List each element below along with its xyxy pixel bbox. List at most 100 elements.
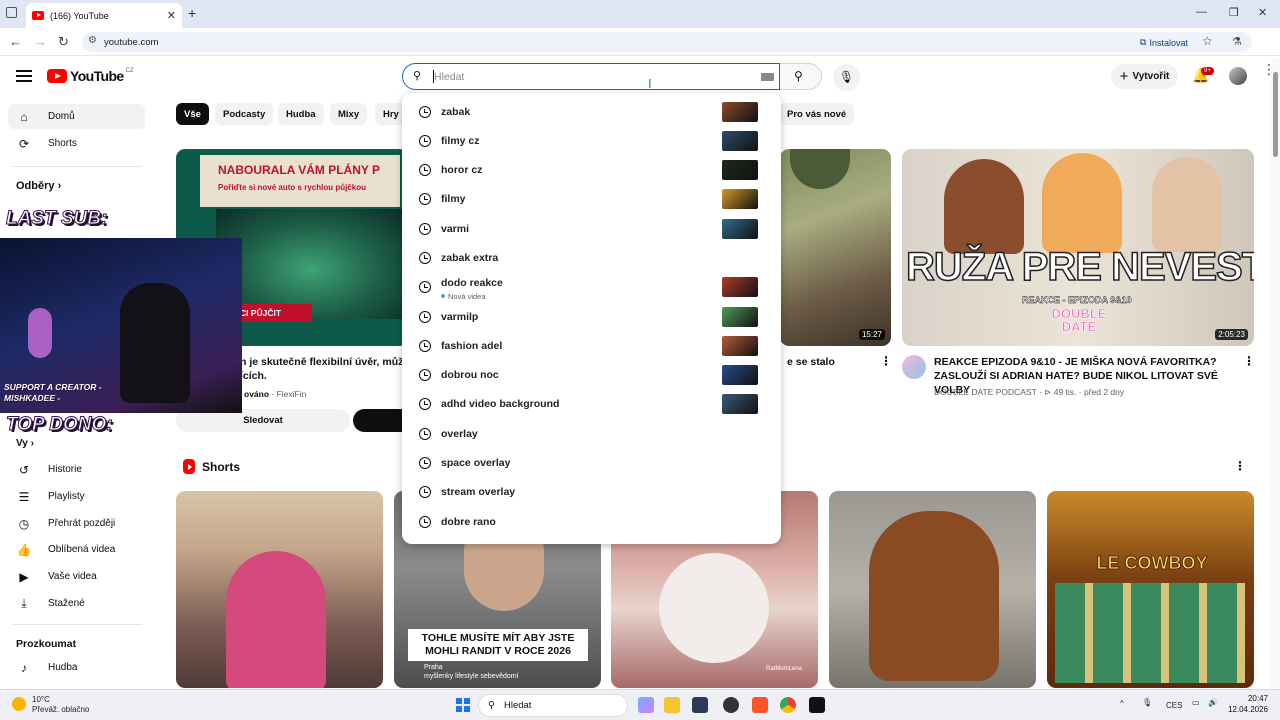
sidebar-item-liked[interactable]: 👍 Oblíbená videa: [8, 537, 145, 562]
history-icon: [419, 281, 431, 293]
extensions-icon[interactable]: ⚗: [1232, 35, 1242, 48]
tray-chevron-icon[interactable]: ^: [1120, 699, 1124, 708]
thumbnail-headline: RUŽA PRE NEVESTU: [905, 244, 1254, 290]
browser-tab[interactable]: (166) YouTube ✕: [26, 3, 182, 28]
obs-icon[interactable]: [692, 697, 708, 713]
sidebar-item-your-videos[interactable]: ▶ Vaše videa: [8, 564, 145, 589]
search-suggestion[interactable]: filmy cz: [402, 127, 781, 156]
shelf-more-options-icon[interactable]: ⋮: [1234, 459, 1246, 473]
history-icon: [419, 252, 431, 264]
suggestion-text: overlay: [441, 428, 478, 440]
short-thumbnail[interactable]: [829, 491, 1036, 688]
chip-mixes[interactable]: Mixy: [330, 103, 368, 125]
search-suggestions-dropdown: zabak filmy cz horor cz filmy varmi zabak ext…: [402, 93, 781, 544]
microphone-tray-icon[interactable]: 🎙: [1142, 698, 1152, 707]
sidebar-item-playlists[interactable]: ☰ Playlisty: [8, 484, 145, 509]
search-icon: ⚲: [794, 69, 803, 83]
task-view-icon[interactable]: [638, 697, 654, 713]
network-icon[interactable]: ▭: [1192, 698, 1200, 707]
voice-search-button[interactable]: 🎙: [833, 64, 860, 91]
more-options-icon[interactable]: ⋮: [880, 354, 892, 368]
maximize-icon[interactable]: ❐: [1229, 6, 1239, 19]
chip-all[interactable]: Vše: [176, 103, 209, 125]
site-info-icon[interactable]: ⚙: [88, 35, 97, 46]
suggestion-text: zabak extra: [441, 252, 499, 264]
subscriptions-label: Odběry: [16, 180, 55, 192]
avatar[interactable]: [1229, 67, 1247, 85]
volume-icon[interactable]: 🔊: [1208, 698, 1218, 707]
new-indicator-icon: [441, 294, 445, 298]
taskbar-search[interactable]: ⚲ Hledat: [478, 694, 628, 717]
suggestion-thumbnail: [722, 160, 758, 180]
search-suggestion[interactable]: varmi: [402, 215, 781, 244]
search-suggestion[interactable]: space overlay: [402, 449, 781, 478]
sidebar-item-music[interactable]: ♪ Hudba: [8, 655, 145, 680]
search-suggestion[interactable]: stream overlay: [402, 478, 781, 507]
advertiser-name[interactable]: FlexiFin: [277, 389, 307, 399]
new-tab-icon[interactable]: +: [188, 5, 196, 21]
forward-icon[interactable]: →: [34, 34, 47, 49]
sidebar-item-downloads[interactable]: ⤓ Stažené: [8, 591, 145, 616]
close-tab-icon[interactable]: ✕: [167, 9, 176, 22]
windows-start-icon[interactable]: [456, 698, 470, 712]
minimize-icon[interactable]: —: [1196, 6, 1207, 18]
search-suggestion[interactable]: fashion adel: [402, 332, 781, 361]
search-suggestion[interactable]: dobre rano: [402, 508, 781, 537]
channel-avatar[interactable]: [902, 355, 926, 379]
video-title[interactable]: e se stalo: [787, 355, 835, 369]
back-icon[interactable]: ←: [9, 34, 22, 49]
video-thumbnail[interactable]: RUŽA PRE NEVESTU REAKCE - EPIZODA 9&10 D…: [902, 149, 1254, 346]
channel-name[interactable]: DOUBLE DATE PODCAST: [934, 387, 1037, 397]
weather-widget[interactable]: 10°C Převáž. oblačno: [12, 695, 89, 715]
search-suggestion[interactable]: adhd video background: [402, 390, 781, 419]
sidebar-item-shorts[interactable]: ⟳ Shorts: [8, 131, 145, 156]
taskbar-clock[interactable]: 20:47 12.04.2026: [1226, 693, 1268, 715]
sidebar-item-home[interactable]: ⌂ Domů: [8, 104, 145, 129]
create-button[interactable]: + Vytvořit: [1111, 64, 1178, 89]
tiktok-icon[interactable]: [809, 697, 825, 713]
app-icon[interactable]: [723, 697, 739, 713]
search-suggestion[interactable]: overlay: [402, 420, 781, 449]
search-suggestion[interactable]: varmilp: [402, 303, 781, 332]
bookmark-star-icon[interactable]: ☆: [1202, 34, 1213, 48]
chrome-icon[interactable]: [780, 697, 796, 713]
youtube-logo[interactable]: YouTube CZ: [47, 68, 134, 84]
suggestion-text: varmilp: [441, 311, 479, 323]
sidebar-item-history[interactable]: ↺ Historie: [8, 457, 145, 482]
windows-taskbar: 10°C Převáž. oblačno ⚲ Hledat ^ 🎙 CES ▭ 🔊 …: [0, 689, 1280, 720]
search-suggestion[interactable]: filmy: [402, 185, 781, 214]
explore-heading: Prozkoumat: [16, 638, 77, 650]
download-icon: ⤓: [21, 596, 27, 610]
sidebar-item-watch-later[interactable]: ◷ Přehrát později: [8, 511, 145, 536]
history-icon: [419, 164, 431, 176]
tab-list-icon[interactable]: [6, 7, 17, 18]
person-right-image: [1152, 157, 1222, 252]
chip-podcasts[interactable]: Podcasty: [215, 103, 274, 125]
chip-music[interactable]: Hudba: [278, 103, 324, 125]
short-thumbnail[interactable]: [176, 491, 383, 688]
scrollbar-thumb[interactable]: [1273, 72, 1278, 157]
subscriptions-heading[interactable]: Odběry ›: [16, 180, 61, 192]
brave-browser-icon[interactable]: [752, 697, 768, 713]
search-suggestion[interactable]: dobrou noc: [402, 361, 781, 390]
figurine-image: [28, 308, 52, 358]
search-suggestion[interactable]: zabak extra: [402, 244, 781, 273]
install-app-button[interactable]: ⧉ Instalovat: [1134, 35, 1194, 50]
search-button[interactable]: ⚲: [780, 63, 822, 90]
hamburger-menu-icon[interactable]: [16, 70, 32, 82]
chip-new-for-you[interactable]: Pro vás nové: [779, 103, 855, 125]
file-explorer-icon[interactable]: [664, 697, 680, 713]
short-thumbnail[interactable]: LE COWBOY: [1047, 491, 1254, 688]
url-field[interactable]: ⚙ youtube.com ⧉ Instalovat ☆ ⚗: [82, 32, 1252, 52]
window-close-icon[interactable]: ✕: [1258, 6, 1267, 19]
reload-icon[interactable]: ↻: [58, 34, 69, 50]
search-suggestion[interactable]: horor cz: [402, 156, 781, 185]
more-options-icon[interactable]: ⋮: [1243, 354, 1255, 368]
search-suggestion[interactable]: zabak: [402, 98, 781, 127]
search-suggestion[interactable]: dodo reakce Nová videa: [402, 273, 781, 302]
video-thumbnail[interactable]: 15:27: [780, 149, 891, 346]
input-language[interactable]: CES: [1166, 701, 1182, 710]
keyboard-icon[interactable]: [761, 73, 774, 81]
page-scrollbar[interactable]: [1271, 58, 1280, 689]
search-input[interactable]: ⚲ Hledat: [402, 63, 780, 90]
